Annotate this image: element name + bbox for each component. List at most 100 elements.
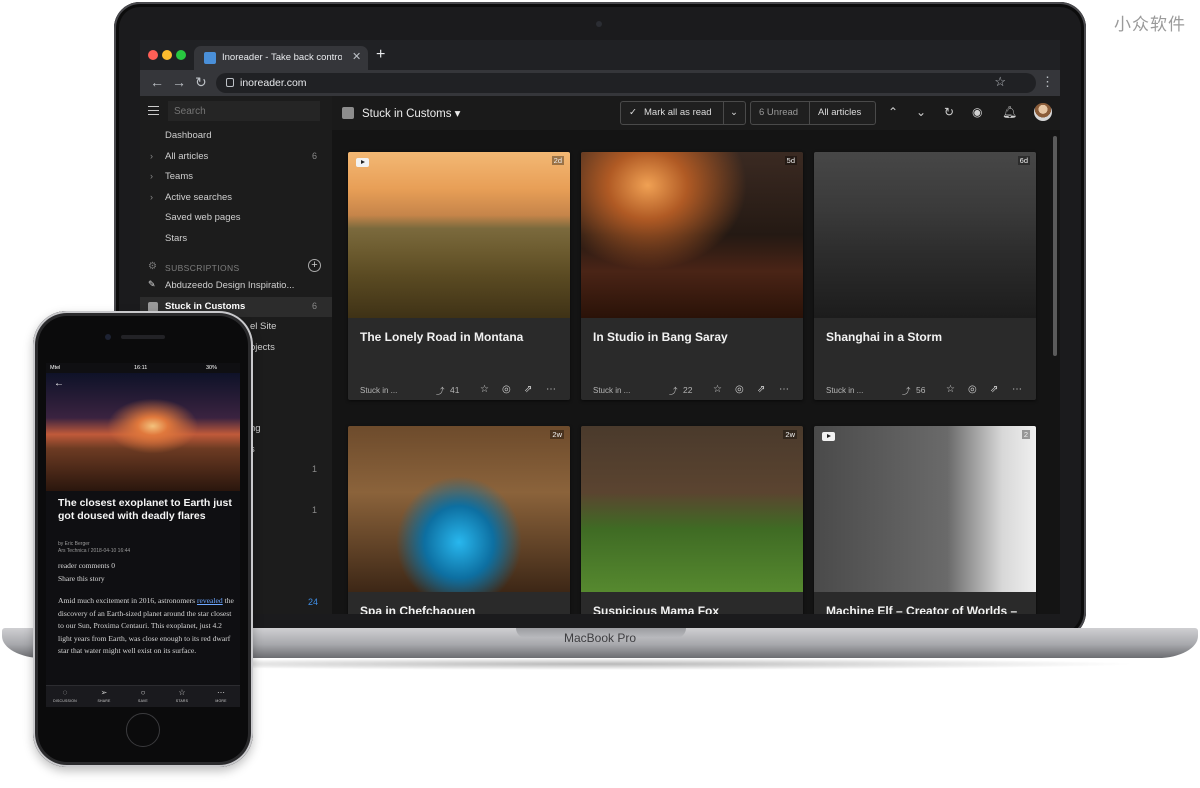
address-bar[interactable]: inoreader.com ☆ ⋮	[216, 73, 1054, 93]
window-maximize-dot[interactable]	[176, 50, 186, 60]
bookmark-star-icon[interactable]: ☆	[994, 74, 1006, 90]
forward-arrow-icon[interactable]: →	[172, 73, 186, 91]
all-articles-filter-button[interactable]: All articles	[809, 102, 861, 124]
star-icon[interactable]: ☆	[713, 384, 722, 396]
article-card[interactable]: 2d The Lonely Road in Montana Stuck in .…	[348, 152, 570, 400]
browser-tab-strip: Inoreader - Take back control o ✕ +	[140, 40, 1060, 70]
star-icon[interactable]: ☆	[946, 384, 955, 396]
clock: 16:11	[134, 365, 148, 371]
chevron-up-icon[interactable]: ⌃	[888, 105, 898, 119]
article-card[interactable]: 6d Shanghai in a Storm Stuck in ... ⤴ 56…	[814, 152, 1036, 400]
article-thumbnail	[348, 426, 570, 592]
mark-all-read-button[interactable]: Mark all as read	[644, 102, 712, 124]
sidebar-item-saved-web-pages[interactable]: Saved web pages	[140, 208, 332, 228]
article-title[interactable]: Machine Elf – Creator of Worlds –	[826, 604, 1026, 614]
hamburger-menu-icon[interactable]	[148, 106, 159, 115]
chevron-right-icon[interactable]: ›	[150, 171, 153, 181]
revealed-link[interactable]: revealed	[197, 596, 223, 605]
sidebar-item-all-articles[interactable]: › All articles 6	[140, 147, 332, 167]
sidebar-item-active-searches[interactable]: › Active searches	[140, 188, 332, 208]
tab-close-icon[interactable]: ✕	[352, 50, 361, 63]
more-icon[interactable]: ⋯	[779, 384, 789, 396]
sidebar-item-label: ojects	[250, 342, 275, 353]
share-link[interactable]: Share this story	[58, 574, 105, 583]
article-age: 2d	[551, 156, 564, 165]
article-title[interactable]: Shanghai in a Storm	[826, 330, 1026, 344]
sidebar-item-label: el Site	[250, 321, 277, 332]
article-card[interactable]: 2w Suspicious Mama Fox	[581, 426, 803, 614]
subscriptions-header: ⚙ SUBSCRIPTIONS +	[148, 259, 328, 276]
sidebar-item-count: 6	[312, 151, 318, 161]
back-arrow-icon[interactable]: ←	[150, 73, 164, 91]
trend-icon: ⤴	[902, 386, 911, 396]
sidebar-item-dashboard[interactable]: Dashboard	[140, 126, 332, 146]
article-footer: Stuck in ... ⤴ 41 ☆ ◎ ⇗ ⋯	[348, 380, 570, 400]
more-icon[interactable]: ⋯	[546, 384, 556, 396]
tab-share[interactable]: ➢ SHARE	[85, 688, 123, 704]
window-minimize-dot[interactable]	[162, 50, 172, 60]
article-card[interactable]: 2w Spa in Chefchaouen	[348, 426, 570, 614]
back-arrow-icon[interactable]: ←	[54, 378, 64, 389]
tab-stars[interactable]: ☆ STARS	[163, 688, 201, 704]
feed-icon	[342, 107, 354, 119]
article-footer: Stuck in ... ⤴ 22 ☆ ◎ ⇗ ⋯	[581, 380, 803, 400]
comments-link[interactable]: reader comments 0	[58, 561, 115, 570]
avatar[interactable]	[1034, 103, 1052, 121]
refresh-icon[interactable]: ↻	[944, 105, 954, 119]
more-icon: ⋯	[217, 688, 225, 697]
sidebar-feed-abduzeedo[interactable]: ✎ Abduzeedo Design Inspiratio...	[140, 276, 332, 296]
scrollbar[interactable]	[1053, 136, 1057, 356]
video-icon	[822, 432, 835, 441]
tab-more[interactable]: ⋯ MORE	[202, 688, 240, 704]
bell-icon[interactable]: 🔔︎	[1002, 105, 1017, 119]
sidebar-item-stars[interactable]: Stars	[140, 229, 332, 249]
article-card[interactable]: 5d In Studio in Bang Saray Stuck in ... …	[581, 152, 803, 400]
tab-save[interactable]: ○ SAVE	[124, 688, 162, 704]
chevron-down-icon[interactable]: ⌄	[916, 105, 926, 119]
article-age: 5d	[784, 156, 797, 165]
article-source: Stuck in ...	[360, 386, 398, 395]
sidebar-item-label: Teams	[165, 171, 193, 182]
browser-tab[interactable]: Inoreader - Take back control o ✕	[194, 46, 368, 70]
external-link-icon[interactable]: ⇗	[757, 384, 765, 396]
phone-status-bar: Mtel 16:11 30%	[46, 363, 240, 373]
lock-icon	[226, 78, 234, 87]
gear-icon[interactable]: ⚙	[148, 261, 157, 272]
sidebar-item-label: All articles	[165, 151, 209, 162]
chevron-right-icon[interactable]: ›	[150, 192, 153, 202]
external-link-icon[interactable]: ⇗	[990, 384, 998, 396]
reload-icon[interactable]: ↻	[195, 73, 207, 91]
unread-filter-button[interactable]: 6 Unread	[759, 102, 798, 124]
article-title[interactable]: Spa in Chefchaouen	[360, 604, 560, 614]
article-title[interactable]: Suspicious Mama Fox	[593, 604, 793, 614]
inoreader-app: Dashboard › All articles 6 › Teams › Act…	[140, 96, 1060, 614]
article-card[interactable]: 2 Machine Elf – Creator of Worlds –	[814, 426, 1036, 614]
chevron-right-icon[interactable]: ›	[150, 151, 153, 161]
read-later-icon[interactable]: ◎	[735, 384, 744, 396]
more-icon[interactable]: ⋯	[1012, 384, 1022, 396]
tab-discussion[interactable]: ◌ DISCUSSION	[46, 688, 84, 704]
window-close-dot[interactable]	[148, 50, 158, 60]
mark-read-options-chevron-icon[interactable]: ⌄	[723, 102, 738, 124]
external-link-icon[interactable]: ⇗	[524, 384, 532, 396]
add-subscription-icon[interactable]: +	[308, 259, 321, 272]
sidebar-item-teams[interactable]: › Teams	[140, 167, 332, 187]
article-age: 2w	[550, 430, 564, 439]
home-button[interactable]	[126, 713, 160, 747]
sidebar-search-input[interactable]	[168, 101, 320, 121]
article-age: 2w	[783, 430, 797, 439]
read-later-icon[interactable]: ◎	[968, 384, 977, 396]
star-icon[interactable]: ☆	[480, 384, 489, 396]
new-tab-icon[interactable]: +	[376, 46, 385, 64]
tab-title: Inoreader - Take back control o	[222, 52, 342, 63]
battery-label: 30%	[206, 365, 218, 371]
article-title[interactable]: In Studio in Bang Saray	[593, 330, 793, 344]
send-icon: ➢	[100, 688, 108, 697]
popularity-count: 41	[450, 385, 460, 395]
laptop-camera	[596, 21, 602, 27]
feed-title-dropdown[interactable]: Stuck in Customs ▾	[362, 106, 460, 120]
eye-icon[interactable]: ◉	[972, 105, 982, 119]
read-later-icon[interactable]: ◎	[502, 384, 511, 396]
browser-menu-icon[interactable]: ⋮	[1041, 74, 1054, 90]
article-title[interactable]: The Lonely Road in Montana	[360, 330, 560, 344]
